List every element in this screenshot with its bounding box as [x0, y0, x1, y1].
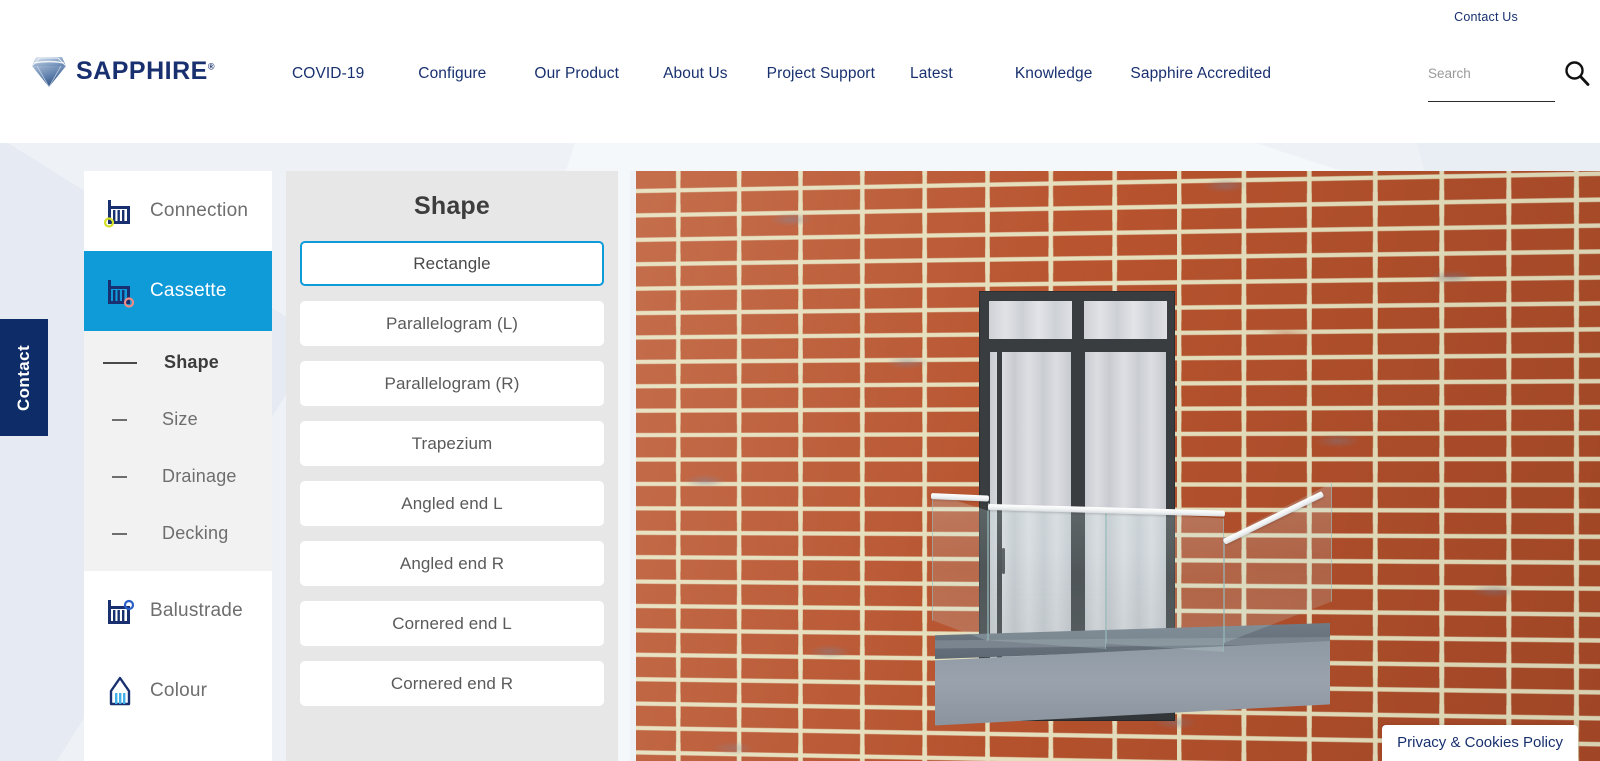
- shape-option-cornered-end-l[interactable]: Cornered end L: [300, 601, 604, 646]
- sidebar-item-colour-label: Colour: [150, 680, 208, 701]
- shape-option-cornered-end-r[interactable]: Cornered end R: [300, 661, 604, 706]
- sapphire-gem-icon: [31, 57, 67, 88]
- balustrade-connection-icon: [103, 200, 130, 228]
- transom-pane-right: [1081, 298, 1170, 342]
- nav-item-configure[interactable]: Configure: [418, 62, 486, 86]
- sidebar-subitem-decking-label: Decking: [162, 523, 229, 543]
- door-transom-windows: [986, 298, 1170, 342]
- nav-item-our-product[interactable]: Our Product: [534, 62, 619, 86]
- shape-option-trapezium[interactable]: Trapezium: [300, 421, 604, 466]
- nav-item-sapphire-accredited[interactable]: Sapphire Accredited: [1130, 62, 1271, 86]
- balustrade-icon: [108, 599, 135, 624]
- balcony-cassette: [935, 623, 1330, 729]
- shape-option-parallelogram-l[interactable]: Parallelogram (L): [300, 301, 604, 346]
- sidebar-subitem-shape-label: Shape: [164, 352, 220, 372]
- dash-marker-icon: [112, 418, 127, 421]
- sidebar-item-cassette-label: Cassette: [150, 280, 227, 301]
- balustrade-cassette-icon: [108, 280, 135, 308]
- shape-option-angled-end-l[interactable]: Angled end L: [300, 481, 604, 526]
- sidebar-subitem-size[interactable]: Size: [84, 391, 272, 448]
- viewport-left-edge: [630, 171, 636, 761]
- search-icon[interactable]: [1562, 58, 1592, 88]
- sidebar-item-balustrade-label: Balustrade: [150, 600, 243, 621]
- nav-item-covid-19[interactable]: COVID-19: [292, 62, 364, 86]
- shape-option-angled-end-r[interactable]: Angled end R: [300, 541, 604, 586]
- configurator-page: Contact Us SAPPHIRE® COVID-19 Configure …: [0, 0, 1600, 761]
- logo-text: SAPPHIRE: [76, 56, 208, 85]
- transom-pane-left: [986, 298, 1075, 342]
- nav-item-latest[interactable]: Latest: [910, 62, 953, 86]
- sidebar-subitem-drainage[interactable]: Drainage: [84, 448, 272, 505]
- main-navigation: COVID-19 Configure Our Product About Us …: [292, 62, 1271, 86]
- sidebar-item-balustrade[interactable]: Balustrade: [84, 571, 272, 651]
- pencil-icon: [109, 676, 131, 706]
- sidebar-subgroup-cassette: Shape Size Drainage Decking: [84, 331, 272, 571]
- contact-side-tab-label: Contact: [14, 344, 34, 411]
- nav-item-about-us[interactable]: About Us: [663, 62, 728, 86]
- configurator-sidebar: Connection Cassette Shape Size Drainage …: [84, 171, 272, 761]
- sidebar-subitem-shape[interactable]: Shape: [84, 334, 272, 391]
- logo-registered-mark: ®: [207, 61, 215, 72]
- options-panel-title: Shape: [413, 192, 491, 220]
- shape-option-parallelogram-r[interactable]: Parallelogram (R): [300, 361, 604, 406]
- search-input[interactable]: [1428, 60, 1555, 86]
- shape-option-rectangle[interactable]: Rectangle: [300, 241, 604, 286]
- sidebar-item-colour[interactable]: Colour: [84, 651, 272, 731]
- door-handle-icon: [1002, 548, 1005, 574]
- shape-options-panel: Shape Rectangle Parallelogram (L) Parall…: [286, 171, 618, 761]
- nav-item-knowledge[interactable]: Knowledge: [1015, 62, 1093, 86]
- utility-bar: Contact Us: [1454, 10, 1518, 24]
- sidebar-item-connection-label: Connection: [150, 200, 249, 221]
- nav-item-project-support[interactable]: Project Support: [767, 62, 875, 86]
- sidebar-item-cassette[interactable]: Cassette: [84, 251, 272, 331]
- privacy-cookies-policy-badge[interactable]: Privacy & Cookies Policy: [1382, 725, 1578, 761]
- dash-marker-icon: [112, 475, 127, 478]
- search-field-wrapper: [1428, 60, 1555, 102]
- site-logo[interactable]: SAPPHIRE®: [31, 54, 215, 88]
- contact-us-link[interactable]: Contact Us: [1454, 10, 1518, 24]
- sidebar-subitem-size-label: Size: [162, 409, 198, 429]
- privacy-cookies-policy-label: Privacy & Cookies Policy: [1397, 734, 1563, 751]
- balcony-3d-viewport[interactable]: [630, 171, 1600, 761]
- dash-marker-icon: [112, 532, 127, 535]
- sidebar-subitem-decking[interactable]: Decking: [84, 505, 272, 562]
- dash-marker-icon: [103, 361, 137, 364]
- sidebar-subitem-drainage-label: Drainage: [162, 466, 237, 486]
- sidebar-item-connection[interactable]: Connection: [84, 171, 272, 251]
- logo-wordmark: SAPPHIRE®: [76, 56, 215, 85]
- contact-side-tab[interactable]: Contact: [0, 319, 48, 436]
- site-header: Contact Us SAPPHIRE® COVID-19 Configure …: [0, 0, 1600, 143]
